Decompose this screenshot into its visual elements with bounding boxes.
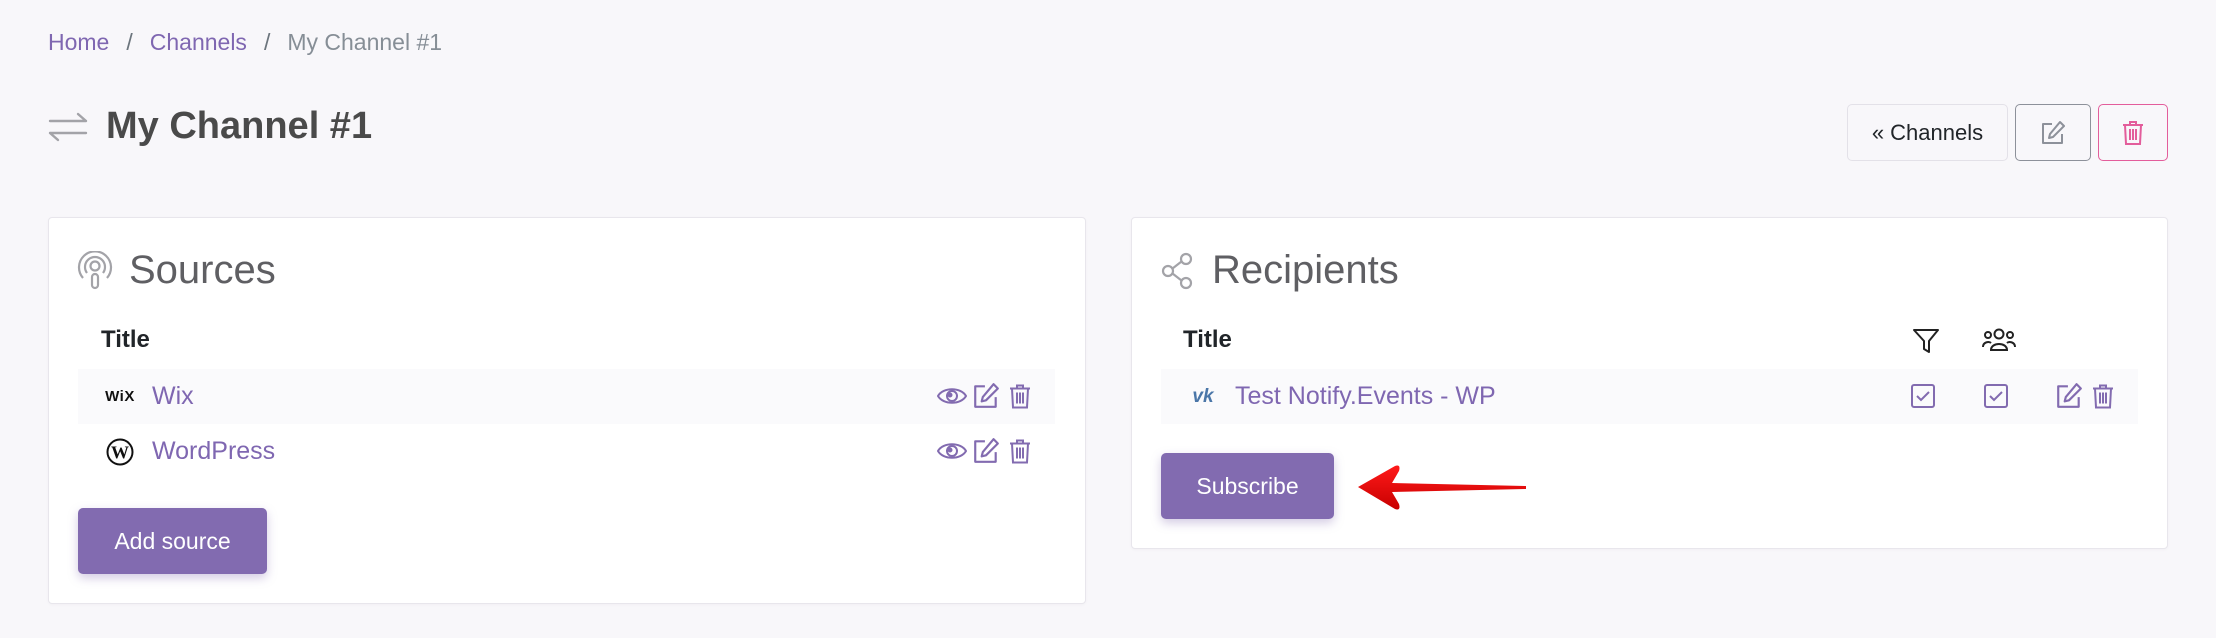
source-name[interactable]: WordPress: [152, 437, 275, 466]
group-checkbox[interactable]: [1983, 383, 2009, 409]
breadcrumb-channels[interactable]: Channels: [150, 29, 247, 56]
edit-channel-button[interactable]: [2015, 104, 2091, 161]
sources-column-title: Title: [101, 326, 150, 353]
trash-icon: [2123, 120, 2143, 145]
svg-text:W: W: [111, 442, 129, 462]
trash-icon[interactable]: [2088, 381, 2118, 411]
back-to-channels-label: Channels: [1890, 119, 1984, 145]
sources-title: Sources: [129, 248, 276, 292]
edit-icon[interactable]: [971, 436, 1001, 466]
source-actions: [937, 381, 1035, 411]
red-arrow-annotation: [1358, 465, 1526, 510]
source-row: W WordPress: [78, 424, 1055, 479]
edit-icon: [2042, 120, 2065, 144]
recipient-row: vk Test Notify.Events - WP: [1161, 369, 2138, 424]
share-icon: [1161, 252, 1193, 289]
double-chevron-left-icon: «: [1871, 119, 1885, 145]
breadcrumb-home[interactable]: Home: [48, 29, 109, 56]
recipient-name[interactable]: Test Notify.Events - WP: [1235, 382, 1496, 411]
sources-header: Sources: [77, 248, 276, 293]
edit-icon[interactable]: [971, 381, 1001, 411]
header-actions: « Channels: [1847, 104, 2168, 161]
page-title: My Channel #1: [106, 105, 373, 147]
add-source-button[interactable]: Add source: [78, 508, 267, 574]
filter-checkbox[interactable]: [1910, 383, 1936, 409]
wordpress-logo: W: [102, 438, 138, 466]
recipients-header: Recipients: [1160, 248, 1399, 293]
page-header: My Channel #1: [48, 105, 372, 148]
view-icon[interactable]: [937, 436, 967, 466]
recipients-card: Recipients Title vk Test Notify.Events -…: [1131, 217, 2168, 549]
vk-logo: vk: [1192, 385, 1214, 407]
recipients-column-title: Title: [1183, 326, 1232, 353]
recipients-title: Recipients: [1212, 248, 1399, 292]
edit-icon[interactable]: [2054, 381, 2084, 411]
trash-icon[interactable]: [1005, 436, 1035, 466]
back-to-channels-button[interactable]: « Channels: [1847, 104, 2008, 161]
breadcrumb-current: My Channel #1: [287, 29, 443, 55]
recipient-actions: [2054, 381, 2118, 411]
sources-card: Sources Title WiX Wix W WordPress Add so…: [48, 217, 1086, 604]
breadcrumb: Home / Channels / My Channel #1: [48, 29, 442, 56]
source-row: WiX Wix: [78, 369, 1055, 424]
trash-icon[interactable]: [1005, 381, 1035, 411]
subscribe-button[interactable]: Subscribe: [1161, 453, 1334, 519]
podcast-icon: [77, 250, 113, 289]
users-icon: [1982, 328, 2016, 351]
filter-icon: [1913, 329, 1939, 353]
delete-channel-button[interactable]: [2098, 104, 2168, 161]
view-icon[interactable]: [937, 381, 967, 411]
breadcrumb-separator: /: [263, 29, 271, 55]
source-name[interactable]: Wix: [152, 382, 194, 411]
breadcrumb-separator: /: [126, 29, 133, 55]
wix-logo: WiX: [105, 388, 135, 405]
swap-arrows-icon: [48, 112, 88, 141]
source-actions: [937, 436, 1035, 466]
